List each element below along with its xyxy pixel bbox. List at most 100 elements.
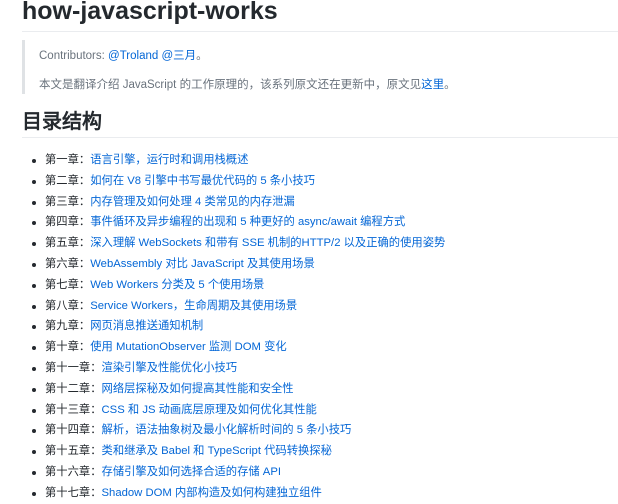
contributors-line: Contributors: @Troland @三月。 [39,47,208,63]
toc-separator: ： [90,424,102,437]
toc-separator: ： [78,237,91,250]
bullet-icon [32,200,36,205]
toc-item: 第十七章：Shadow DOM 内部构造及如何构建独立组件 [32,483,445,504]
toc-chapter-link[interactable]: 使用 MutationObserver 监测 DOM 变化 [90,341,286,353]
toc-separator: ： [78,278,91,291]
intro-end: 。 [444,79,456,91]
toc-chapter-label: 第二章 [45,174,79,187]
bullet-icon [32,387,36,392]
contributors-end: 。 [196,50,208,62]
toc-item: 第十五章：类和继承及 Babel 和 TypeScript 代码转换探秘 [32,441,445,462]
toc-chapter-link[interactable]: 存储引擎及如何选择合适的存储 API [102,466,282,478]
toc-item: 第二章：如何在 V8 引擎中书写最优代码的 5 条小技巧 [32,171,445,192]
toc-separator: ： [78,195,91,208]
toc-item: 第九章：网页消息推送通知机制 [32,316,445,337]
toc-separator: ： [90,465,102,478]
toc-separator: ： [78,320,91,333]
toc-separator: ： [90,445,102,458]
toc-separator: ： [78,216,91,229]
toc-chapter-link[interactable]: CSS 和 JS 动画底层原理及如何优化其性能 [102,404,317,416]
toc-chapter-label: 第十四章 [45,424,91,437]
bullet-icon [32,470,36,475]
toc-heading-divider [22,137,618,138]
bullet-icon [32,221,36,226]
intro-text: 本文是翻译介绍 JavaScript 的工作原理的，该系列原文还在更新中，原文见 [39,79,422,91]
bullet-icon [32,346,36,351]
toc-item: 第十六章：存储引擎及如何选择合适的存储 API [32,462,445,483]
toc-chapter-link[interactable]: 事件循环及异步编程的出现和 5 种更好的 async/await 编程方式 [90,216,405,228]
toc-chapter-label: 第十章 [45,341,79,354]
bullet-icon [32,450,36,455]
intro-line: 本文是翻译介绍 JavaScript 的工作原理的，该系列原文还在更新中，原文见… [39,76,456,92]
toc-chapter-label: 第六章 [45,257,79,270]
toc-chapter-link[interactable]: 解析，语法抽象树及最小化解析时间的 5 条小技巧 [102,424,352,436]
toc-item: 第十四章：解析，语法抽象树及最小化解析时间的 5 条小技巧 [32,420,445,441]
toc-separator: ： [78,257,91,270]
bullet-icon [32,491,36,496]
toc-item: 第一章：语言引擎，运行时和调用栈概述 [32,150,445,171]
toc-item: 第六章：WebAssembly 对比 JavaScript 及其使用场景 [32,254,445,275]
bullet-icon [32,325,36,330]
bullet-icon [32,408,36,413]
bullet-icon [32,242,36,247]
toc-chapter-label: 第一章 [45,154,79,166]
toc-item: 第五章：深入理解 WebSockets 和带有 SSE 机制的HTTP/2 以及… [32,233,445,254]
toc-chapter-label: 第十二章 [45,382,91,395]
page-title: how-javascript-works [22,0,278,25]
toc-chapter-link[interactable]: 网络层探秘及如何提高其性能和安全性 [102,383,294,395]
toc-item: 第三章：内存管理及如何处理 4 类常见的内存泄漏 [32,192,445,213]
contributors-label: Contributors: [39,50,109,62]
toc-item: 第十三章：CSS 和 JS 动画底层原理及如何优化其性能 [32,400,445,421]
toc-separator: ： [78,299,91,312]
toc-chapter-link[interactable]: 深入理解 WebSockets 和带有 SSE 机制的HTTP/2 以及正确的使… [90,237,445,249]
toc-chapter-label: 第七章 [45,278,79,291]
title-divider [22,31,618,32]
toc-separator: ： [78,154,91,166]
toc-chapter-link[interactable]: 语言引擎，运行时和调用栈概述 [90,154,248,166]
toc-chapter-label: 第八章 [45,299,79,312]
toc-chapter-link[interactable]: Web Workers 分类及 5 个使用场景 [90,279,264,291]
toc-item: 第七章：Web Workers 分类及 5 个使用场景 [32,275,445,296]
toc-chapter-link[interactable]: WebAssembly 对比 JavaScript 及其使用场景 [90,258,315,270]
toc-list: 第一章：语言引擎，运行时和调用栈概述 第二章：如何在 V8 引擎中书写最优代码的 … [32,150,445,504]
toc-item: 第四章：事件循环及异步编程的出现和 5 种更好的 async/await 编程方… [32,212,445,233]
bullet-icon [32,283,36,288]
toc-chapter-label: 第十三章 [45,403,91,416]
toc-item: 第十章：使用 MutationObserver 监测 DOM 变化 [32,337,445,358]
toc-chapter-label: 第十六章 [45,465,91,478]
readme-page: how-javascript-works Contributors: @Trol… [0,0,618,500]
toc-chapter-link[interactable]: 如何在 V8 引擎中书写最优代码的 5 条小技巧 [90,175,315,187]
toc-separator: ： [90,382,102,395]
toc-item: 第十一章：渲染引擎及性能优化小技巧 [32,358,445,379]
bullet-icon [32,366,36,371]
toc-chapter-label: 第四章 [45,216,79,229]
toc-separator: ： [90,403,102,416]
toc-chapter-link[interactable]: 渲染引擎及性能优化小技巧 [102,362,238,374]
bullet-icon [32,304,36,309]
toc-item: 第十二章：网络层探秘及如何提高其性能和安全性 [32,379,445,400]
contributor-link-sanyue[interactable]: @三月 [161,50,196,62]
toc-chapter-link[interactable]: Shadow DOM 内部构造及如何构建独立组件 [102,487,322,499]
toc-chapter-link[interactable]: 网页消息推送通知机制 [90,320,203,332]
toc-separator: ： [90,486,102,499]
toc-heading: 目录结构 [22,111,102,133]
toc-item: 第八章：Service Workers，生命周期及其使用场景 [32,296,445,317]
toc-chapter-label: 第十五章 [45,445,91,458]
toc-chapter-link[interactable]: Service Workers，生命周期及其使用场景 [90,300,297,312]
bullet-icon [32,179,36,184]
toc-chapter-label: 第十七章 [45,486,91,499]
toc-chapter-link[interactable]: 类和继承及 Babel 和 TypeScript 代码转换探秘 [102,445,332,457]
bullet-icon [32,159,36,163]
toc-chapter-link[interactable]: 内存管理及如何处理 4 类常见的内存泄漏 [90,196,295,208]
toc-separator: ： [90,361,102,374]
bullet-icon [32,429,36,434]
toc-chapter-label: 第三章 [45,195,79,208]
contributor-link-troland[interactable]: @Troland [108,50,158,62]
bullet-icon [32,262,36,267]
toc-chapter-label: 第九章 [45,320,79,333]
toc-chapter-label: 第十一章 [45,361,91,374]
intro-blockquote: Contributors: @Troland @三月。 本文是翻译介绍 Java… [22,40,615,94]
toc-separator: ： [78,341,91,354]
original-source-link[interactable]: 这里 [421,79,444,91]
toc-chapter-label: 第五章 [45,237,79,250]
